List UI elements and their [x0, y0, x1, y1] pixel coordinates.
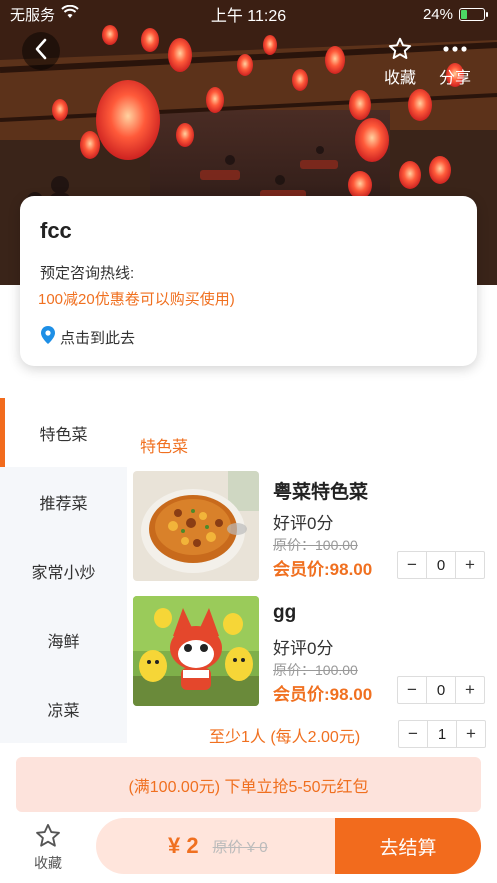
dish-rating: 好评0分	[273, 514, 334, 533]
promo-text: 100减20优惠卷可以购买使用)	[38, 291, 235, 308]
shop-info-card: fcc 预定咨询热线: 100减20优惠卷可以购买使用) 点击到此去	[20, 196, 477, 366]
cart-summary[interactable]: ¥ 2 原价 ¥ 0	[96, 818, 335, 874]
increase-button[interactable]: +	[457, 721, 485, 747]
member-price: 会员价:98.00	[273, 560, 373, 579]
original-price: 原价：100.00	[273, 537, 358, 553]
min-people-label: 至少1人 (每人2.00元)	[209, 729, 361, 746]
quantity-value: 0	[426, 677, 456, 703]
checkout-button[interactable]: 去结算	[335, 818, 481, 874]
decrease-button[interactable]: −	[398, 677, 426, 703]
back-arrow-icon	[34, 38, 48, 65]
banner-text: (满100.00元) 下单立抢5-50元红包	[128, 778, 369, 796]
category-item[interactable]: 推荐菜	[0, 467, 127, 536]
dish-name: gg	[273, 602, 297, 623]
cart-original-total: 原价 ¥ 0	[212, 838, 268, 856]
people-stepper: − 1 +	[398, 720, 486, 748]
original-price: 原价：100.00	[273, 662, 358, 678]
people-count: 1	[427, 721, 457, 747]
star-icon	[20, 822, 76, 853]
quantity-value: 0	[426, 552, 456, 578]
dish-image	[133, 596, 259, 706]
category-item[interactable]: 家常小炒	[0, 536, 127, 605]
category-sidebar: 特色菜 推荐菜 家常小炒 海鲜 凉菜	[0, 398, 127, 743]
favorite-label: 收藏	[383, 70, 416, 87]
carrier-label: 无服务	[10, 6, 56, 24]
battery-icon	[459, 7, 488, 21]
quantity-stepper: − 0 +	[397, 551, 485, 579]
more-dots-icon	[431, 34, 479, 64]
section-title: 特色菜	[140, 439, 189, 456]
red-packet-banner[interactable]: (满100.00元) 下单立抢5-50元红包	[16, 757, 481, 812]
category-label: 家常小炒	[31, 564, 96, 582]
decrease-button[interactable]: −	[398, 552, 426, 578]
star-icon	[376, 34, 424, 64]
quantity-stepper: − 0 +	[397, 676, 485, 704]
increase-button[interactable]: +	[456, 552, 484, 578]
hotline-label[interactable]: 预定咨询热线:	[40, 262, 457, 283]
cart-total: ¥ 2	[168, 833, 199, 858]
category-item[interactable]: 凉菜	[0, 674, 127, 743]
dish-rating: 好评0分	[273, 639, 334, 658]
category-label: 推荐菜	[39, 495, 88, 513]
share-button[interactable]: 分享	[431, 34, 479, 88]
favorite-button[interactable]: 收藏	[376, 34, 424, 88]
category-label: 凉菜	[47, 702, 80, 720]
location-link[interactable]: 点击到此去	[40, 325, 457, 349]
category-item[interactable]: 海鲜	[0, 605, 127, 674]
share-label: 分享	[438, 70, 471, 87]
member-price: 会员价:98.00	[273, 685, 373, 704]
bottom-favorite-label: 收藏	[34, 855, 62, 871]
increase-button[interactable]: +	[456, 677, 484, 703]
decrease-button[interactable]: −	[399, 721, 427, 747]
status-bar: 无服务 上午 11:26 24%	[0, 0, 497, 28]
bottom-favorite-button[interactable]: 收藏	[20, 822, 76, 873]
dish-item[interactable]: gg 好评0分 原价：100.00 会员价:98.00 − 0 +	[133, 596, 485, 706]
shop-name: fcc	[40, 218, 72, 243]
category-item[interactable]: 特色菜	[0, 398, 127, 467]
battery-percent: 24%	[422, 5, 453, 23]
dish-name: 粤菜特色菜	[273, 482, 369, 503]
wifi-icon	[61, 4, 79, 23]
dish-image	[133, 471, 259, 581]
location-pin-icon	[40, 325, 56, 349]
dish-item[interactable]: 粤菜特色菜 好评0分 原价：100.00 会员价:98.00 − 0 +	[133, 471, 485, 581]
category-label: 海鲜	[47, 633, 80, 651]
location-label: 点击到此去	[60, 329, 136, 347]
back-button[interactable]	[22, 32, 60, 70]
cart-bar: ¥ 2 原价 ¥ 0 去结算	[96, 818, 481, 874]
category-label: 特色菜	[39, 426, 88, 444]
